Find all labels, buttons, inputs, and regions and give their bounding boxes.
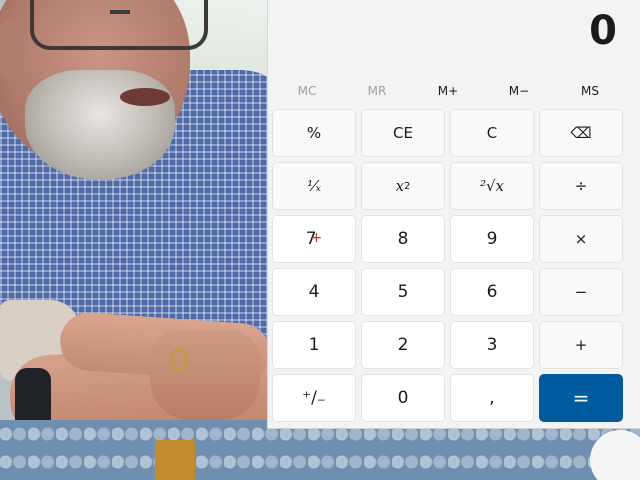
reciprocal-button[interactable]: ¹⁄ₓ [272, 162, 356, 210]
square-base: x [395, 177, 405, 195]
memory-add-button[interactable]: M+ [413, 78, 483, 104]
digit-1-button[interactable]: 1 [272, 321, 356, 369]
memory-subtract-button[interactable]: M− [484, 78, 554, 104]
digit-3-button[interactable]: 3 [450, 321, 534, 369]
memory-clear-button[interactable]: MC [272, 78, 342, 104]
digit-9-button[interactable]: 9 [450, 215, 534, 263]
square-exponent: 2 [404, 180, 411, 192]
glasses [30, 0, 208, 50]
backspace-button[interactable]: ⌫ [539, 109, 623, 157]
digit-6-button[interactable]: 6 [450, 268, 534, 316]
memory-recall-button[interactable]: MR [342, 78, 412, 104]
digit-4-button[interactable]: 4 [272, 268, 356, 316]
minus-button[interactable]: − [539, 268, 623, 316]
digit-8-button[interactable]: 8 [361, 215, 445, 263]
digit-2-button[interactable]: 2 [361, 321, 445, 369]
percent-button[interactable]: % [272, 109, 356, 157]
digit-5-button[interactable]: 5 [361, 268, 445, 316]
square-root-icon: ²√x [479, 177, 505, 195]
glasses-bridge [110, 10, 130, 14]
memory-store-button[interactable]: MS [555, 78, 625, 104]
multiply-button[interactable]: × [539, 215, 623, 263]
wedding-ring [170, 348, 188, 372]
square-button[interactable]: x2 [361, 162, 445, 210]
table-strip [155, 440, 195, 480]
reciprocal-icon: ¹⁄ₓ [307, 177, 321, 195]
mouth [120, 88, 170, 106]
negate-button[interactable]: ⁺∕₋ [272, 374, 356, 422]
square-root-button[interactable]: ²√x [450, 162, 534, 210]
equals-button[interactable]: = [539, 374, 623, 422]
plus-button[interactable]: + [539, 321, 623, 369]
digit-0-button[interactable]: 0 [361, 374, 445, 422]
decimal-button[interactable]: , [450, 374, 534, 422]
clear-button[interactable]: C [450, 109, 534, 157]
backspace-icon: ⌫ [570, 124, 592, 142]
beard [25, 70, 175, 180]
clear-entry-button[interactable]: CE [361, 109, 445, 157]
hand [150, 330, 260, 420]
digit-7-button[interactable]: 7 + [272, 215, 356, 263]
result-display: 0 [589, 8, 617, 54]
memory-row: MC MR M+ M− MS [268, 78, 640, 104]
tablecloth [0, 420, 640, 480]
crosshair-cursor-icon: + [310, 230, 323, 246]
calculator-window: 0 MC MR M+ M− MS % CE C ⌫ ¹⁄ₓ x2 ²√x ÷ 7… [267, 0, 640, 429]
divide-button[interactable]: ÷ [539, 162, 623, 210]
